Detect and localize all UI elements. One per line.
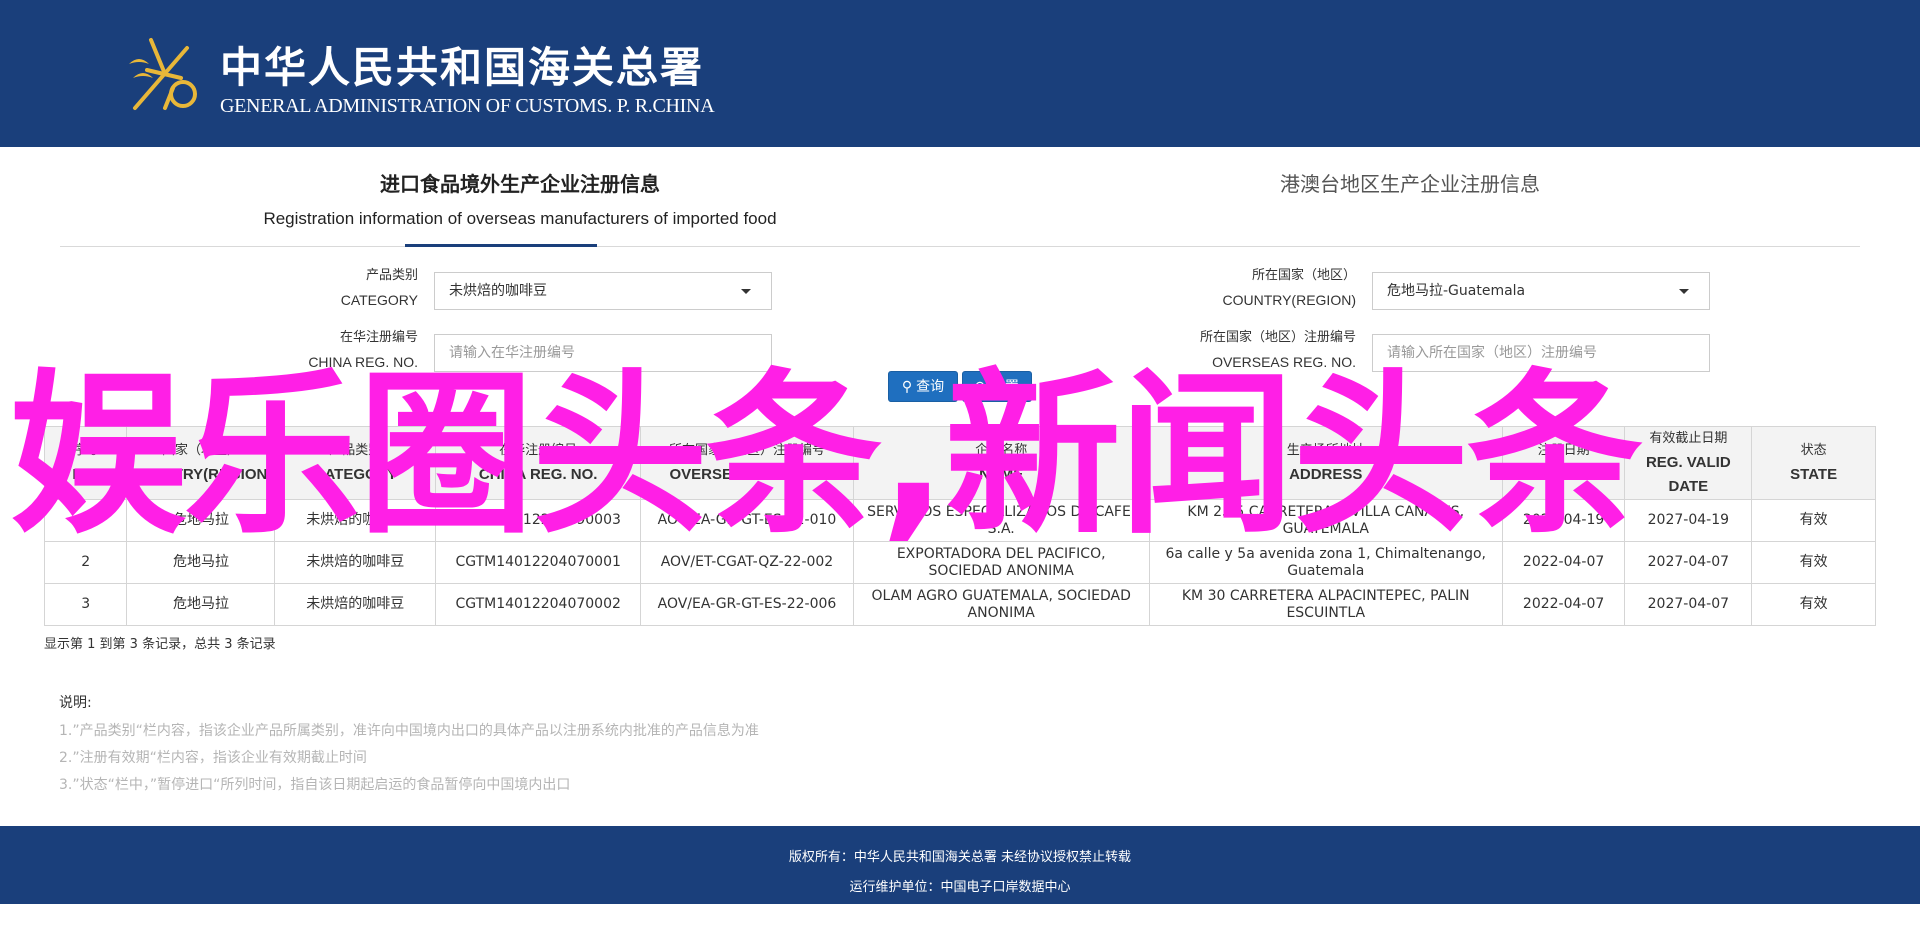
table-cell: 2027-04-07 [1624, 583, 1753, 626]
table-cell: OLAM AGRO GUATEMALA, SOCIEDAD ANONIMA [852, 583, 1150, 626]
tab-divider [60, 246, 1860, 247]
note-item: 1.”产品类别“栏内容，指该企业产品所属类别，准许向中国境内出口的具体产品以注册… [59, 723, 759, 739]
footer-copyright: 版权所有：中华人民共和国海关总署 未经协议授权禁止转载 [788, 850, 1132, 865]
category-label: 产品类别 CATEGORY [340, 268, 418, 308]
site-title-cn: 中华人民共和国海关总署 [220, 43, 705, 92]
site-title-en: GENERAL ADMINISTRATION OF CUSTOMS. P. R.… [220, 95, 715, 117]
site-footer: 版权所有：中华人民共和国海关总署 未经协议授权禁止转载 运行维护单位：中国电子口… [0, 826, 1920, 904]
tab-title-en: Registration information of overseas man… [263, 209, 777, 228]
customs-emblem-icon [129, 38, 197, 110]
table-cell: 2022-04-07 [1501, 583, 1626, 626]
tab-title-cn: 进口食品境外生产企业注册信息 [380, 172, 660, 196]
overlay-watermark-text: 娱乐圈头条,新闻头条 [10, 353, 1643, 558]
table-cell: AOV/EA-GR-GT-ES-22-006 [640, 583, 854, 626]
site-header: 中华人民共和国海关总署 GENERAL ADMINISTRATION OF CU… [0, 0, 1920, 147]
table-row[interactable]: 3 危地马拉 未烘焙的咖啡豆 CGTM14012204070002 AOV/EA… [43, 583, 1876, 626]
country-select[interactable]: 危地马拉-Guatemala [1372, 272, 1710, 310]
table-cell: 3 [43, 583, 128, 626]
table-cell: 2027-04-07 [1624, 541, 1753, 584]
pagination-info: 显示第 1 到第 3 条记录，总共 3 条记录 [44, 637, 276, 652]
active-tab-indicator [405, 244, 597, 247]
table-cell: 有效 [1751, 583, 1876, 626]
country-label: 所在国家（地区） COUNTRY(REGION) [1222, 268, 1356, 308]
tab-hk-macao-taiwan[interactable]: 港澳台地区生产企业注册信息 [1210, 168, 1610, 197]
category-select[interactable]: 未烘焙的咖啡豆 [434, 272, 772, 310]
category-select-value: 未烘焙的咖啡豆 [449, 283, 547, 299]
tab-overseas-registration[interactable]: 进口食品境外生产企业注册信息 Registration information … [230, 168, 810, 229]
page-bottom [0, 904, 1920, 942]
country-select-value: 危地马拉-Guatemala [1387, 283, 1526, 299]
note-item: 2.”注册有效期“栏内容，指该企业有效期截止时间 [59, 750, 367, 766]
tab-title-cn: 港澳台地区生产企业注册信息 [1280, 172, 1540, 196]
table-cell: CGTM14012204070002 [435, 583, 642, 626]
table-cell: 有效 [1751, 541, 1876, 584]
chevron-down-icon [1679, 289, 1689, 294]
table-cell: KM 30 CARRETERA ALPACINTEPEC, PALIN ESCU… [1148, 583, 1503, 626]
notes-title: 说明: [59, 695, 92, 711]
footer-maintainer: 运行维护单位：中国电子口岸数据中心 [849, 880, 1071, 895]
note-item: 3.”状态“栏中，”暂停进口“所列时间，指自该日期起启运的食品暂停向中国境内出口 [59, 777, 571, 793]
table-cell: 危地马拉 [126, 583, 276, 626]
table-cell: 未烘焙的咖啡豆 [274, 583, 437, 626]
chevron-down-icon [741, 289, 751, 294]
